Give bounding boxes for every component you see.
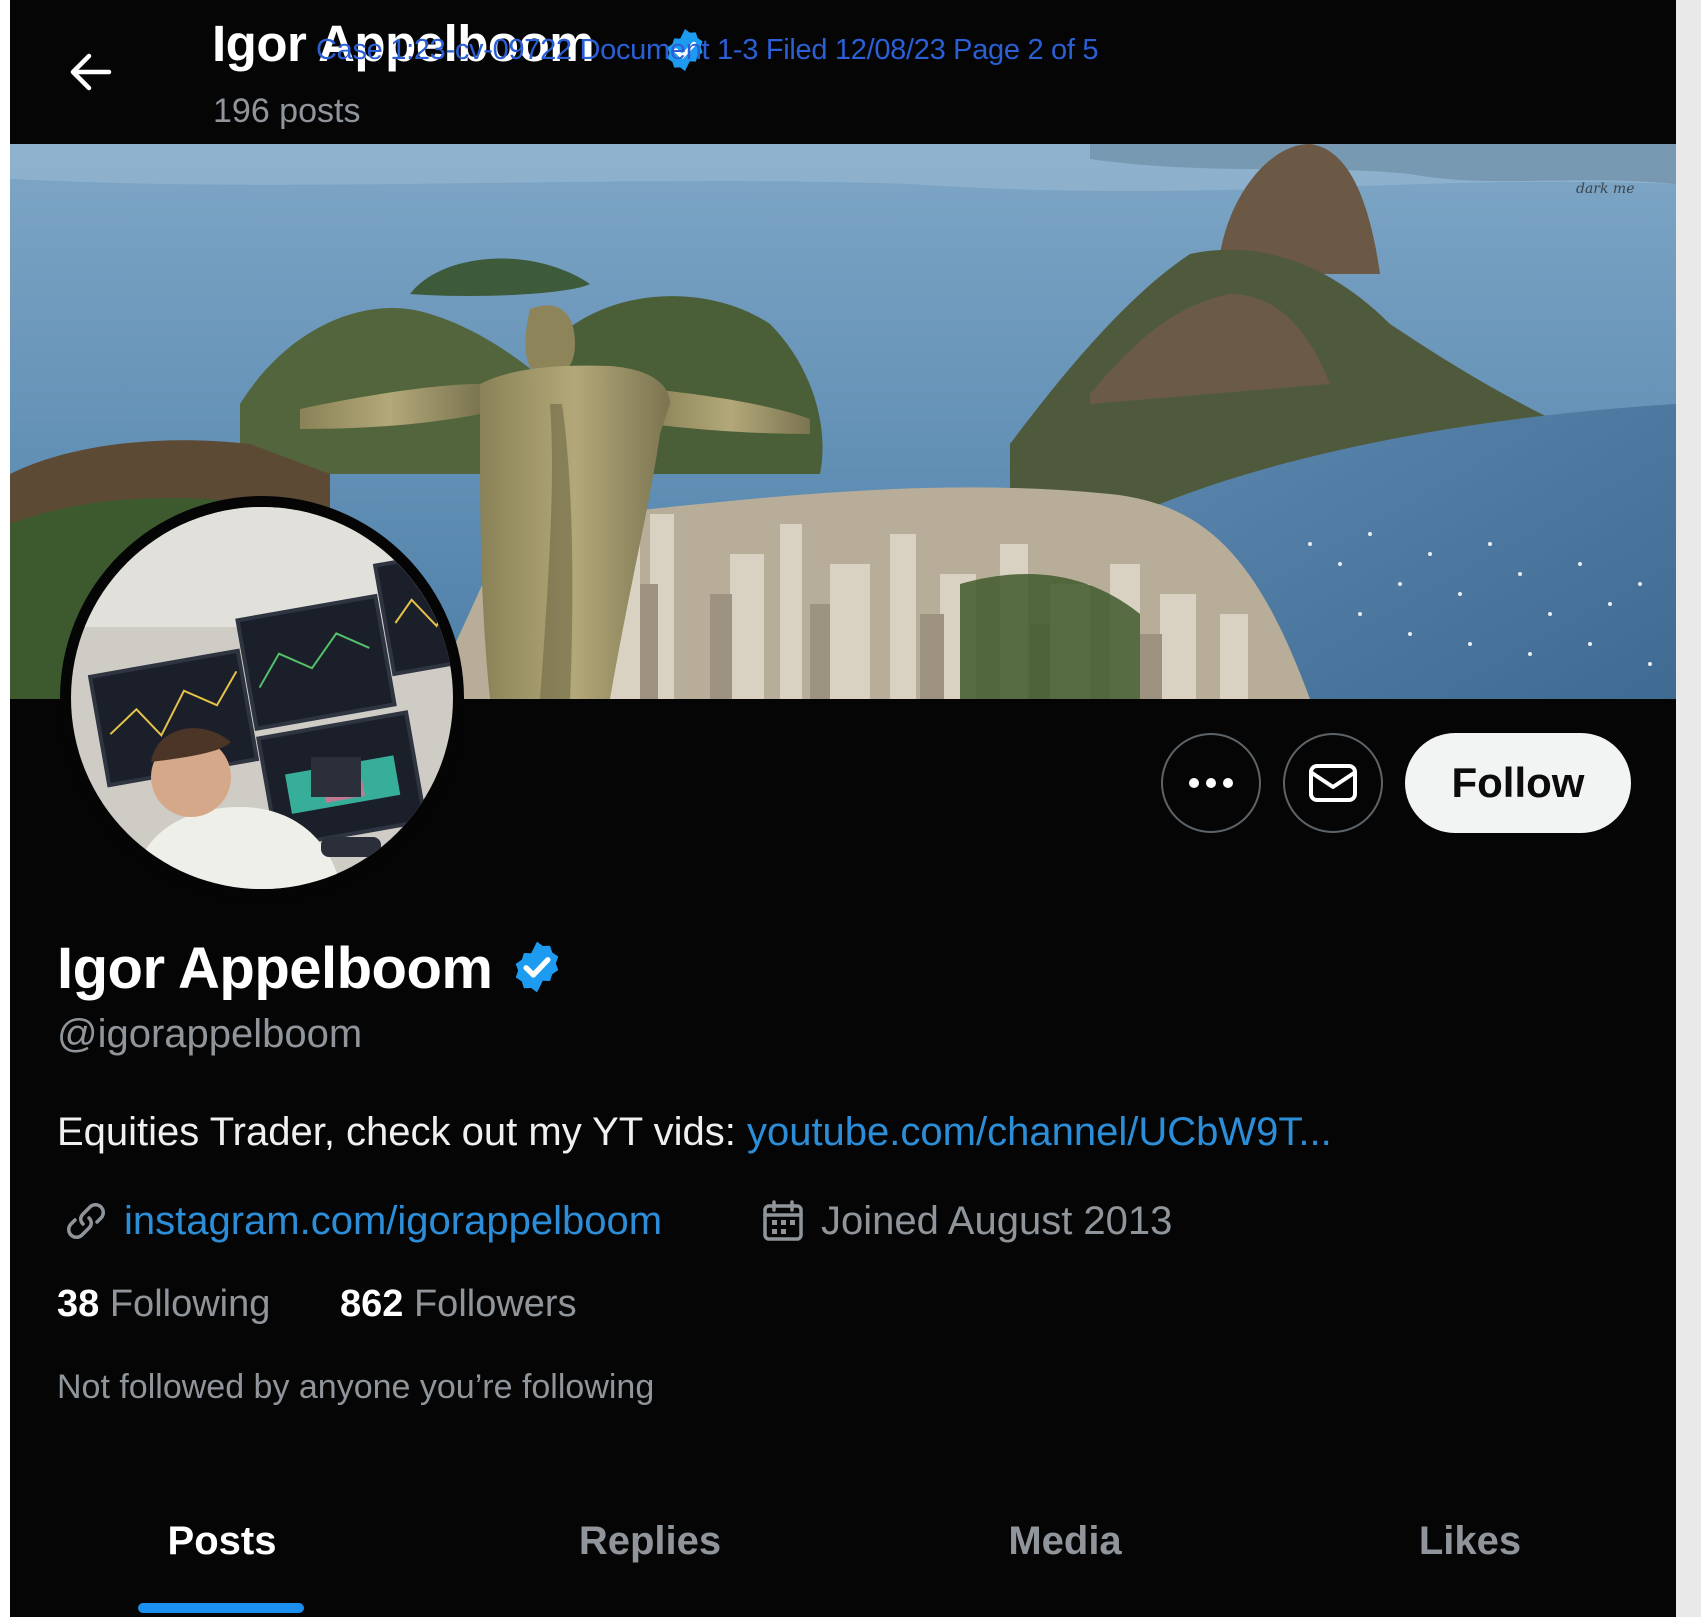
banner-signature: dark me: [1576, 181, 1635, 197]
more-horizontal-icon: [1189, 778, 1233, 788]
followers-label: Followers: [413, 1283, 577, 1325]
link-icon: [60, 1195, 112, 1247]
verified-badge-icon: [515, 941, 559, 993]
following-label: Following: [109, 1283, 271, 1325]
avatar-image: [71, 507, 453, 889]
header-post-count: 196 posts: [213, 92, 361, 130]
profile-tabs: Posts Replies Media Likes: [10, 1495, 1676, 1617]
following-stat[interactable]: 38 Following: [57, 1283, 270, 1326]
following-count: 38: [57, 1283, 100, 1325]
tab-posts[interactable]: Posts: [128, 1495, 316, 1617]
follow-button[interactable]: Follow: [1405, 733, 1631, 833]
message-button[interactable]: [1283, 733, 1383, 833]
not-followed-notice: Not followed by anyone you’re following: [57, 1368, 655, 1406]
profile-website[interactable]: instagram.com/igorappelboom: [60, 1194, 662, 1248]
followers-stat[interactable]: 862 Followers: [340, 1283, 577, 1326]
back-button[interactable]: [60, 46, 120, 98]
joined-date: Joined August 2013: [821, 1198, 1173, 1243]
bio-youtube-link[interactable]: youtube.com/channel/UCbW9T...: [747, 1110, 1332, 1154]
envelope-icon: [1309, 764, 1357, 802]
court-filing-stamp: Case 1:23-cv-09722 Document 1-3 Filed 12…: [316, 34, 1099, 66]
more-options-button[interactable]: [1161, 733, 1261, 833]
arrow-left-icon: [70, 53, 112, 91]
tab-likes[interactable]: Likes: [1380, 1495, 1560, 1617]
tab-media[interactable]: Media: [970, 1495, 1160, 1617]
profile-bio: Equities Trader, check out my YT vids: y…: [57, 1110, 1332, 1155]
page-edge: [1676, 0, 1701, 1617]
profile-handle: @igorappelboom: [57, 1012, 363, 1056]
profile-name: Igor Appelboom: [57, 936, 493, 1001]
active-tab-indicator: [138, 1603, 304, 1613]
followers-count: 862: [340, 1283, 404, 1325]
bio-text: Equities Trader, check out my YT vids:: [57, 1110, 747, 1154]
tab-replies[interactable]: Replies: [540, 1495, 760, 1617]
calendar-icon: [757, 1195, 809, 1247]
profile-avatar[interactable]: [60, 496, 464, 900]
profile-join-date: Joined August 2013: [757, 1194, 1172, 1248]
website-link[interactable]: instagram.com/igorappelboom: [124, 1199, 662, 1244]
profile-page: Igor Appelboom 196 posts Case 1:23-cv-09…: [10, 0, 1676, 1617]
